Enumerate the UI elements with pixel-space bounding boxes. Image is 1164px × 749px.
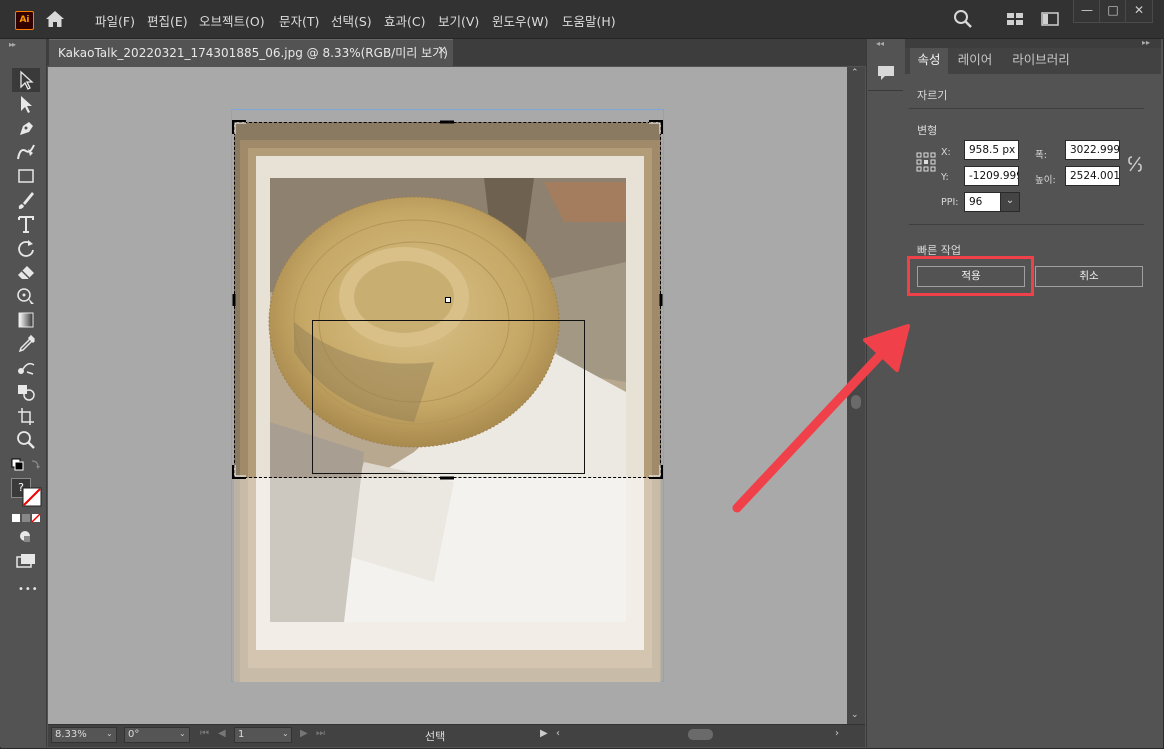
screen-mode-icon[interactable]: [15, 552, 37, 570]
panel-collapse-icon[interactable]: ▸▸: [1142, 38, 1150, 47]
rectangle-tool-icon[interactable]: [14, 165, 38, 187]
selection-tool-icon[interactable]: [14, 69, 38, 91]
crop-center-point[interactable]: [445, 297, 451, 303]
menu-view[interactable]: 보기(V): [438, 11, 479, 30]
paintbrush-tool-icon[interactable]: [14, 189, 38, 211]
gradient-tool-icon[interactable]: [14, 309, 38, 331]
zoom-tool-icon[interactable]: [14, 429, 38, 451]
puppet-warp-tool-icon[interactable]: [14, 285, 38, 307]
more-tools-icon[interactable]: •••: [18, 584, 39, 595]
last-page-icon[interactable]: ⏭: [316, 728, 325, 739]
properties-panel: [905, 39, 1161, 747]
document-tab-title: KakaoTalk_20220321_174301885_06.jpg @ 8.…: [58, 46, 448, 60]
search-icon[interactable]: [953, 9, 973, 29]
prev-page-icon[interactable]: ◀: [218, 728, 226, 739]
close-window-button[interactable]: ✕: [1125, 0, 1153, 23]
scroll-up-icon[interactable]: ⌃: [851, 68, 859, 78]
rotation-dropdown-icon[interactable]: ⌄: [179, 729, 186, 738]
hscroll-right-icon[interactable]: ›: [835, 728, 839, 739]
eraser-tool-icon[interactable]: [14, 261, 38, 283]
transform-section-title: 변형: [917, 124, 938, 137]
menu-object[interactable]: 오브젝트(O): [199, 11, 265, 30]
menu-window[interactable]: 윈도우(W): [492, 11, 549, 30]
constrain-proportions-icon[interactable]: [1128, 155, 1142, 173]
menu-help[interactable]: 도움말(H): [562, 11, 616, 30]
type-tool-icon[interactable]: [14, 213, 38, 235]
stroke-color-swatch[interactable]: [22, 487, 42, 507]
toolbar-collapse-icon[interactable]: ▸▸: [9, 40, 16, 49]
status-mode-label: 선택: [425, 730, 446, 743]
tab-properties[interactable]: 속성: [910, 48, 948, 74]
x-input[interactable]: 958.5 px: [964, 140, 1019, 160]
menu-edit[interactable]: 편집(E): [147, 11, 188, 30]
blend-tool-icon[interactable]: [14, 357, 38, 379]
crop-inner-guide: [312, 320, 585, 474]
comments-icon[interactable]: [876, 63, 896, 83]
height-input[interactable]: 2524.0014: [1065, 166, 1120, 186]
curvature-tool-icon[interactable]: [14, 141, 38, 163]
crop-section-title: 자르기: [917, 89, 948, 102]
minimize-button[interactable]: —: [1073, 0, 1101, 23]
scroll-down-icon[interactable]: ⌄: [851, 710, 859, 720]
tab-close-icon[interactable]: ×: [437, 43, 447, 57]
rotate-tool-icon[interactable]: [14, 237, 38, 259]
dock-divider: [868, 90, 903, 91]
shape-builder-tool-icon[interactable]: [14, 381, 38, 403]
ppi-label: PPI:: [941, 197, 959, 208]
menu-type[interactable]: 문자(T): [279, 11, 319, 30]
panel-header-strip: [905, 39, 1161, 48]
app-logo-icon: Ai: [15, 11, 34, 30]
ppi-dropdown-icon[interactable]: ⌄: [1000, 192, 1020, 212]
ppi-input[interactable]: 96: [964, 192, 1004, 212]
pen-tool-icon[interactable]: [14, 117, 38, 139]
height-label: 높이:: [1035, 175, 1056, 186]
hscroll-left-icon[interactable]: ‹: [556, 728, 560, 739]
zoom-dropdown-icon[interactable]: ⌄: [106, 729, 113, 738]
reference-point-icon[interactable]: [916, 152, 936, 172]
default-colors-icon[interactable]: [10, 457, 42, 475]
annotation-arrow: [732, 324, 910, 513]
next-page-icon[interactable]: ▶: [300, 728, 308, 739]
y-label: Y:: [941, 172, 949, 183]
x-label: X:: [941, 147, 951, 158]
cancel-crop-button[interactable]: 취소: [1035, 266, 1143, 287]
hscroll-thumb[interactable]: [688, 729, 713, 740]
tab-layers[interactable]: 레이어: [952, 48, 998, 74]
tab-libraries[interactable]: 라이브러리: [1003, 48, 1079, 74]
status-menu-icon[interactable]: ▶: [540, 728, 548, 739]
menu-effect[interactable]: 효과(C): [384, 11, 425, 30]
divider: [909, 224, 1144, 225]
apply-highlight-annotation: [907, 256, 1034, 296]
menu-select[interactable]: 선택(S): [331, 11, 372, 30]
workspace-layout-icon[interactable]: [1005, 9, 1025, 29]
draw-mode-icon[interactable]: [16, 528, 36, 546]
menu-file[interactable]: 파일(F): [95, 11, 135, 30]
first-page-icon[interactable]: ⏮: [200, 728, 209, 739]
page-dropdown-icon[interactable]: ⌄: [282, 729, 289, 738]
eyedropper-tool-icon[interactable]: [14, 333, 38, 355]
width-label: 폭:: [1035, 150, 1047, 161]
direct-selection-tool-icon[interactable]: [14, 93, 38, 115]
maximize-button[interactable]: □: [1099, 0, 1127, 23]
color-mode-icons[interactable]: [12, 513, 42, 523]
panel-toggle-icon[interactable]: [1040, 9, 1060, 29]
artboard-tool-icon[interactable]: [14, 405, 38, 427]
home-icon[interactable]: [45, 10, 65, 28]
divider: [909, 108, 1144, 109]
dock-expand-icon[interactable]: ◂◂: [876, 39, 884, 48]
width-input[interactable]: 3022.9999: [1065, 140, 1120, 160]
y-input[interactable]: -1209.999: [964, 166, 1019, 186]
